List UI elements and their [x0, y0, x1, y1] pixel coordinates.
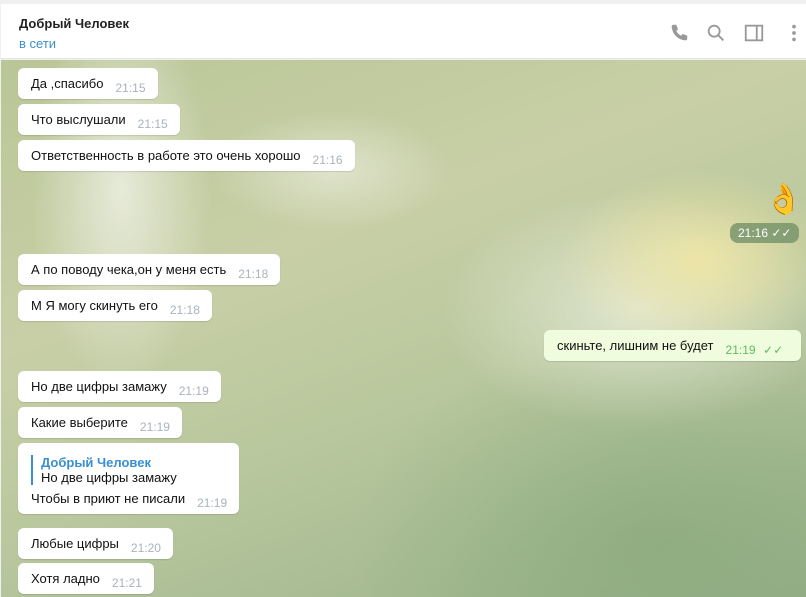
message-bubble: М Я могу скинуть его 21:18	[18, 290, 212, 321]
message-time: 21:19	[197, 496, 228, 510]
message-text: Да ,спасибо	[31, 76, 104, 91]
double-check-icon: ✓✓	[771, 226, 792, 240]
search-icon[interactable]	[705, 22, 727, 44]
message-bubble: Хотя ладно 21:21	[18, 563, 154, 594]
chat-title[interactable]: Добрый Человек	[19, 16, 129, 31]
message-bubble: Любые цифры 21:20	[18, 528, 173, 559]
message-time: 21:21	[111, 576, 142, 590]
message-text: Любые цифры	[31, 536, 119, 551]
message-text: Какие выберите	[31, 415, 128, 430]
reply-author: Добрый Человек	[41, 455, 151, 470]
message-text: Ответственность в работе это очень хорош…	[31, 148, 301, 163]
reply-message-bubble: Добрый Человек Но две цифры замажу Чтобы…	[18, 443, 240, 514]
chat-header: Добрый Человек в сети	[1, 4, 806, 59]
more-options-icon[interactable]	[783, 22, 805, 44]
ok-hand-sticker: 👌	[765, 183, 803, 216]
message-text: Хотя ладно	[31, 571, 100, 586]
message-list[interactable]: Да ,спасибо 21:15 Что выслушали 21:15 Отве…	[1, 60, 806, 597]
message-time: 21:15	[137, 117, 168, 131]
message-bubble: Да ,спасибо 21:15	[18, 68, 158, 99]
message-text: Чтобы в приют не писали	[31, 491, 186, 506]
message-text: Но две цифры замажу	[31, 379, 167, 394]
message-bubble: Но две цифры замажу 21:19	[18, 371, 221, 402]
message-time: 21:18	[169, 303, 200, 317]
message-text: М Я могу скинуть его	[31, 298, 158, 313]
sidebar-toggle-icon[interactable]	[743, 22, 765, 44]
message-time: 21:16	[312, 153, 343, 167]
message-text: А по поводу чека,он у меня есть	[31, 262, 227, 277]
sticker-time-badge: 21:16 ✓✓	[730, 223, 800, 243]
message-bubble: Ответственность в работе это очень хорош…	[18, 140, 355, 171]
reply-quote[interactable]: Добрый Человек Но две цифры замажу	[31, 455, 227, 485]
message-bubble: Какие выберите 21:19	[18, 407, 182, 438]
message-time: 21:18	[238, 267, 269, 281]
message-text: Что выслушали	[31, 112, 126, 127]
message-time: 21:19	[178, 384, 209, 398]
message-time: 21:16	[738, 226, 769, 240]
message-time: 21:19	[139, 420, 170, 434]
online-status: в сети	[19, 36, 57, 51]
phone-icon[interactable]	[668, 22, 690, 44]
double-check-icon: ✓✓	[763, 343, 784, 357]
message-bubble: А по поводу чека,он у меня есть 21:18	[18, 254, 281, 285]
message-text: скиньте, лишним не будет	[557, 338, 714, 353]
message-time: 21:19	[725, 343, 756, 357]
message-time: 21:15	[115, 81, 146, 95]
outgoing-message-bubble: скиньте, лишним не будет 21:19 ✓✓	[544, 330, 801, 361]
reply-text: Но две цифры замажу	[41, 470, 177, 485]
message-bubble: Что выслушали 21:15	[18, 104, 180, 135]
message-time: 21:20	[130, 541, 161, 555]
